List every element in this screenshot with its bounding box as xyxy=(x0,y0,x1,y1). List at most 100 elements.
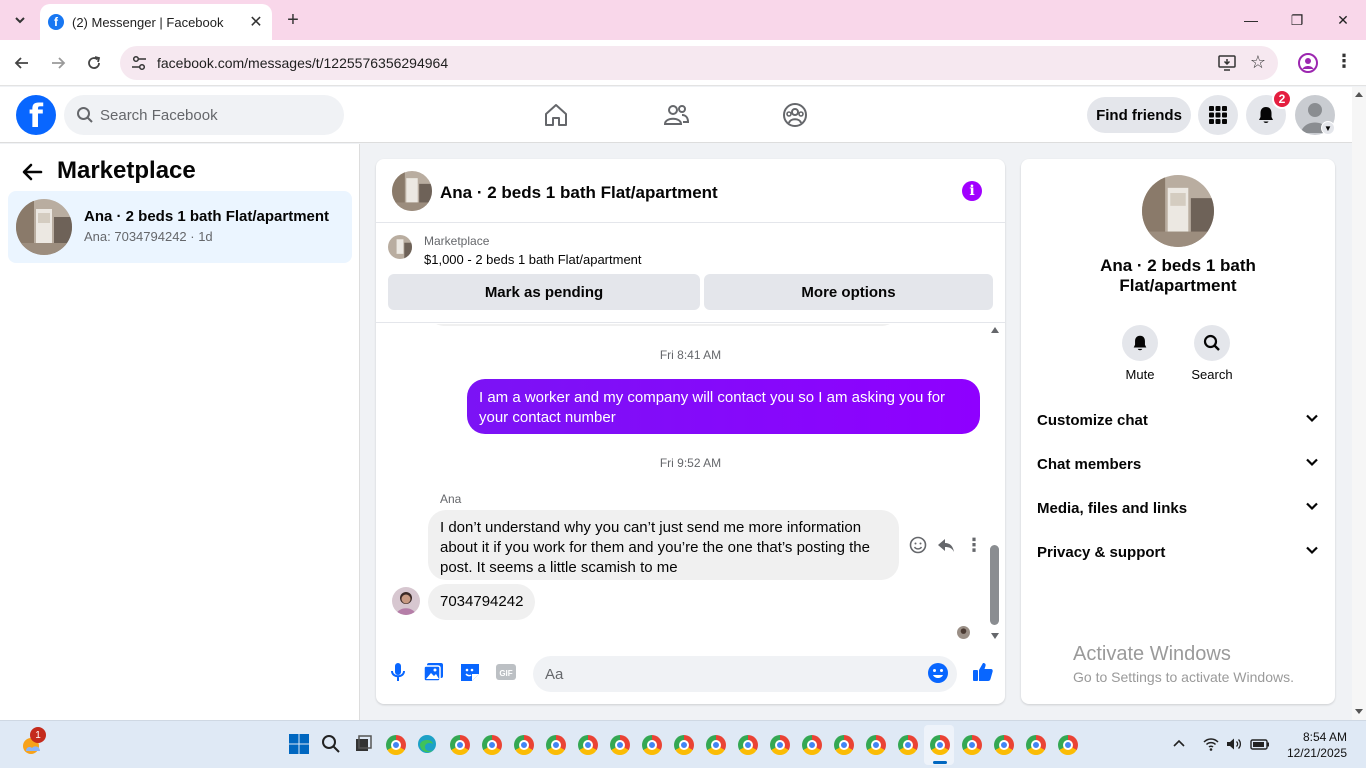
chrome-taskbar-icon[interactable] xyxy=(544,733,568,757)
windows-start-icon[interactable] xyxy=(288,733,312,757)
photo-icon[interactable] xyxy=(422,660,446,684)
chat-members-row[interactable]: Chat members xyxy=(1037,446,1319,482)
chrome-taskbar-icon[interactable] xyxy=(992,733,1016,757)
install-app-icon[interactable] xyxy=(1218,54,1236,72)
message-list[interactable]: Fri 8:41 AM I am a worker and my company… xyxy=(376,324,1005,644)
outgoing-message[interactable]: I am a worker and my company will contac… xyxy=(467,379,980,434)
chrome-taskbar-icon-active[interactable] xyxy=(928,733,952,757)
groups-icon[interactable] xyxy=(781,101,809,129)
chrome-taskbar-icon[interactable] xyxy=(864,733,888,757)
back-icon[interactable] xyxy=(10,51,34,75)
wifi-icon[interactable] xyxy=(1202,735,1220,753)
mark-as-pending-button[interactable]: Mark as pending xyxy=(388,274,700,310)
microphone-icon[interactable] xyxy=(386,660,410,684)
volume-icon[interactable] xyxy=(1225,735,1243,753)
facebook-favicon-icon: f xyxy=(48,14,64,30)
find-friends-button[interactable]: Find friends xyxy=(1087,97,1191,133)
back-arrow-icon[interactable] xyxy=(20,160,44,184)
media-files-links-row[interactable]: Media, files and links xyxy=(1037,490,1319,526)
chevron-down-icon xyxy=(1305,543,1319,561)
restore-icon[interactable]: ❐ xyxy=(1274,0,1320,40)
listing-price-title[interactable]: $1,000 - 2 beds 1 bath Flat/apartment xyxy=(424,252,642,267)
sticker-icon[interactable] xyxy=(458,660,482,684)
info-icon[interactable]: i xyxy=(962,181,982,201)
tab-title: (2) Messenger | Facebook xyxy=(72,14,224,30)
page-scrollbar[interactable] xyxy=(1352,87,1366,720)
chat-title[interactable]: Ana · 2 beds 1 bath Flat/apartment xyxy=(440,183,718,203)
mute-button[interactable]: Mute xyxy=(1114,325,1166,382)
tab-search-dropdown-icon[interactable] xyxy=(8,8,32,32)
more-actions-icon[interactable]: ⋮ xyxy=(964,535,984,555)
chrome-taskbar-icon[interactable] xyxy=(736,733,760,757)
minimize-icon[interactable]: — xyxy=(1228,0,1274,40)
chrome-taskbar-icon[interactable] xyxy=(704,733,728,757)
chat-listing-thumbnail[interactable] xyxy=(392,171,432,211)
activate-windows-watermark: Activate Windows Go to Settings to activ… xyxy=(1073,643,1294,685)
browser-tab-messenger[interactable]: f (2) Messenger | Facebook ✕ xyxy=(40,4,272,40)
reply-icon[interactable] xyxy=(936,535,956,555)
privacy-support-row[interactable]: Privacy & support xyxy=(1037,534,1319,570)
chrome-taskbar-icon[interactable] xyxy=(448,733,472,757)
chrome-taskbar-icon[interactable] xyxy=(672,733,696,757)
chrome-taskbar-icon[interactable] xyxy=(576,733,600,757)
chrome-taskbar-icon[interactable] xyxy=(768,733,792,757)
incoming-message[interactable]: 7034794242 xyxy=(428,584,536,620)
facebook-header: f Find friends 2 ▼ xyxy=(0,87,1352,143)
site-info-icon[interactable] xyxy=(130,54,148,72)
bookmark-star-icon[interactable]: ☆ xyxy=(1250,52,1266,73)
chrome-menu-icon[interactable]: ⋮ xyxy=(1334,51,1354,75)
search-in-conversation-button[interactable]: Search xyxy=(1186,325,1238,382)
chrome-profile-icon[interactable] xyxy=(1297,52,1319,74)
facebook-search-input[interactable] xyxy=(100,95,330,135)
reload-icon[interactable] xyxy=(82,51,106,75)
conversation-item[interactable]: Ana · 2 beds 1 bath Flat/apartment Ana: … xyxy=(8,191,352,263)
chrome-taskbar-icon[interactable] xyxy=(800,733,824,757)
chrome-taskbar-icon[interactable] xyxy=(1024,733,1048,757)
menu-grid-button[interactable] xyxy=(1198,95,1238,135)
edge-taskbar-icon[interactable] xyxy=(416,733,440,757)
thumbs-up-icon[interactable] xyxy=(971,660,995,684)
react-smiley-icon[interactable] xyxy=(908,535,928,555)
chrome-taskbar-icon[interactable] xyxy=(832,733,856,757)
chrome-taskbar-icon[interactable] xyxy=(480,733,504,757)
window-close-icon[interactable]: ✕ xyxy=(1320,0,1366,40)
system-clock[interactable]: 8:54 AM 12/21/2025 xyxy=(1283,729,1347,761)
chrome-taskbar-icon[interactable] xyxy=(896,733,920,757)
tray-chevron-up-icon[interactable] xyxy=(1170,735,1188,753)
emoji-icon[interactable] xyxy=(927,662,949,684)
home-icon[interactable] xyxy=(542,101,570,129)
watermark-subtitle: Go to Settings to activate Windows. xyxy=(1073,669,1294,685)
message-input-box[interactable] xyxy=(533,656,957,692)
details-name: Ana · 2 beds 1 bath Flat/apartment xyxy=(1100,256,1256,295)
chrome-taskbar-icon[interactable] xyxy=(960,733,984,757)
chrome-taskbar-icon[interactable] xyxy=(640,733,664,757)
message-input[interactable] xyxy=(545,656,925,692)
scrollbar-thumb[interactable] xyxy=(990,545,999,625)
previous-message-edge xyxy=(428,324,898,326)
chrome-taskbar-icon[interactable] xyxy=(512,733,536,757)
taskbar-search-icon[interactable] xyxy=(320,733,344,757)
battery-icon[interactable] xyxy=(1250,735,1270,753)
forward-icon[interactable] xyxy=(46,51,70,75)
facebook-search[interactable] xyxy=(64,95,344,135)
new-tab-icon[interactable]: + xyxy=(282,8,304,32)
sidebar-title: Marketplace xyxy=(57,157,196,184)
listing-small-thumbnail xyxy=(388,235,412,259)
active-app-indicator xyxy=(933,761,947,764)
omnibox[interactable]: facebook.com/messages/t/1225576356294964… xyxy=(120,46,1278,80)
facebook-logo-icon[interactable]: f xyxy=(16,95,56,135)
customize-chat-row[interactable]: Customize chat xyxy=(1037,402,1319,438)
task-view-icon[interactable] xyxy=(352,733,376,757)
chrome-taskbar-icon[interactable] xyxy=(384,733,408,757)
section-label: Customize chat xyxy=(1037,411,1148,429)
more-options-button[interactable]: More options xyxy=(704,274,993,310)
incoming-message[interactable]: I don’t understand why you can’t just se… xyxy=(428,510,899,580)
chevron-down-icon[interactable]: ▼ xyxy=(1321,121,1335,135)
gif-icon[interactable]: GIF xyxy=(494,660,518,684)
chrome-taskbar-icon[interactable] xyxy=(1056,733,1080,757)
close-tab-icon[interactable]: ✕ xyxy=(248,12,264,32)
chrome-taskbar-icon[interactable] xyxy=(608,733,632,757)
friends-icon[interactable] xyxy=(662,101,690,129)
chevron-down-icon xyxy=(1305,499,1319,517)
sender-avatar[interactable] xyxy=(392,587,420,615)
